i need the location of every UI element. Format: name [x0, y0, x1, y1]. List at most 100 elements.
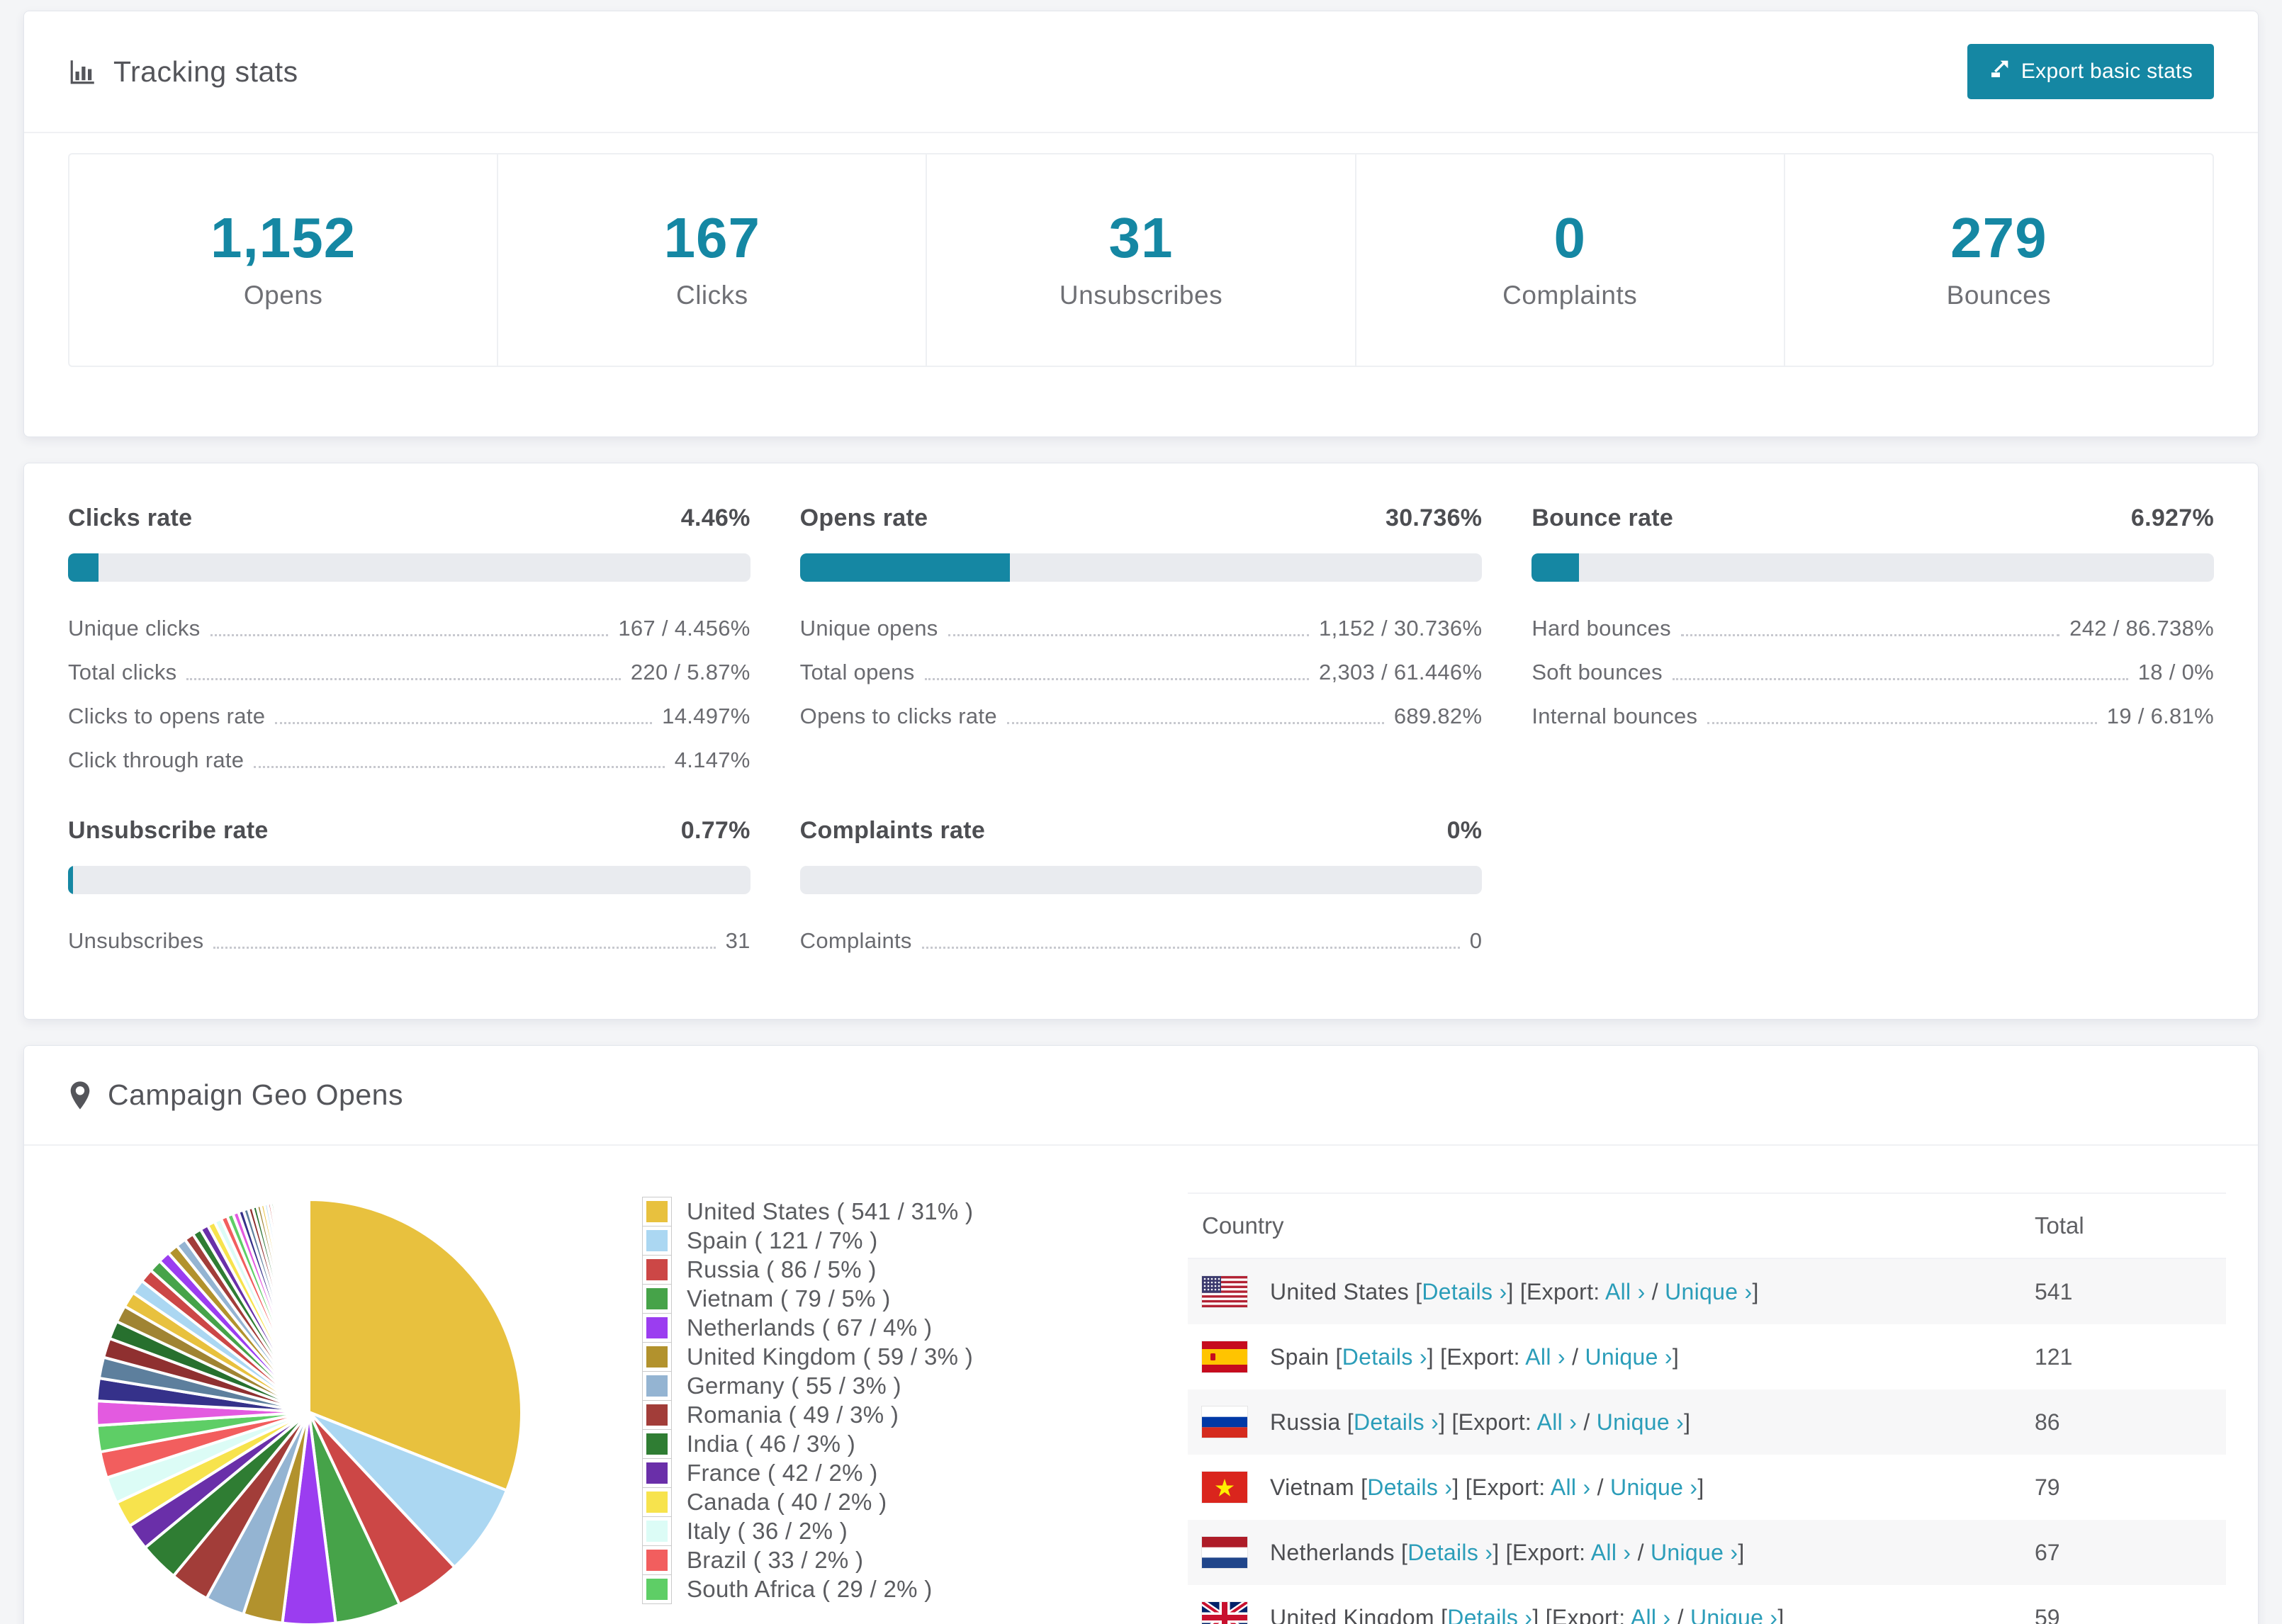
progress-bar	[1531, 553, 2214, 582]
progress-bar	[68, 866, 751, 894]
legend-swatch	[642, 1312, 672, 1343]
country-cell: Spain [Details ›] [Export: All › / Uniqu…	[1270, 1343, 1680, 1370]
export-unique-link[interactable]: Unique ›	[1610, 1474, 1697, 1500]
dotted-leader	[1006, 722, 1384, 724]
flag-ru-icon	[1202, 1406, 1247, 1438]
dotted-leader	[254, 766, 665, 768]
export-all-link[interactable]: All ›	[1525, 1344, 1566, 1370]
geo-table-header: Country Total	[1188, 1192, 2226, 1259]
rate-detail-row: Internal bounces 19 / 6.81%	[1531, 704, 2214, 728]
progress-bar	[799, 866, 1483, 894]
geo-opens-header: Campaign Geo Opens	[24, 1046, 2258, 1146]
total-cell: 79	[2035, 1474, 2060, 1500]
dotted-leader	[1672, 678, 2128, 680]
export-unique-link[interactable]: Unique ›	[1597, 1409, 1684, 1435]
legend-swatch	[642, 1399, 672, 1430]
legend-swatch	[642, 1545, 672, 1575]
stat-value: 31	[1108, 206, 1174, 269]
legend-swatch	[642, 1254, 672, 1285]
export-unique-link[interactable]: Unique ›	[1585, 1344, 1672, 1370]
legend-swatch	[642, 1225, 672, 1256]
bar-chart-icon	[68, 57, 98, 86]
rate-block-opens-rate: Opens rate 30.736% Unique opens 1,152 / …	[799, 504, 1483, 773]
dotted-leader	[213, 947, 716, 949]
stat-unsubscribes: 31 Unsubscribes	[927, 154, 1356, 366]
dotted-leader	[924, 678, 1310, 680]
legend-swatch	[642, 1428, 672, 1459]
legend-swatch	[642, 1574, 672, 1604]
details-link[interactable]: Details ›	[1407, 1540, 1493, 1565]
details-link[interactable]: Details ›	[1422, 1279, 1507, 1304]
export-unique-link[interactable]: Unique ›	[1651, 1540, 1738, 1565]
flag-vn-icon	[1202, 1472, 1247, 1503]
progress-fill	[68, 866, 74, 894]
geo-table-row-us: United States [Details ›] [Export: All ›…	[1188, 1259, 2226, 1324]
export-all-link[interactable]: All ›	[1631, 1605, 1671, 1624]
stat-label: Opens	[243, 281, 323, 310]
rate-value: 0.77%	[680, 817, 751, 844]
progress-bar	[68, 553, 751, 582]
details-link[interactable]: Details ›	[1354, 1409, 1439, 1435]
legend-item: Italy ( 36 / 2% )	[642, 1516, 1074, 1546]
legend-swatch	[642, 1341, 672, 1372]
stat-bounces: 279 Bounces	[1785, 154, 2213, 366]
country-cell: Netherlands [Details ›] [Export: All › /…	[1270, 1539, 1745, 1565]
details-link[interactable]: Details ›	[1447, 1605, 1532, 1624]
rate-detail-row: Unique clicks 167 / 4.456%	[68, 616, 751, 641]
legend-item: Russia ( 86 / 5% )	[642, 1254, 1074, 1285]
legend-item: France ( 42 / 2% )	[642, 1457, 1074, 1488]
rate-value: 4.46%	[680, 504, 751, 531]
details-link[interactable]: Details ›	[1367, 1474, 1452, 1500]
legend-swatch	[642, 1487, 672, 1517]
legend-item: Romania ( 49 / 3% )	[642, 1399, 1074, 1430]
rate-block-bounce-rate: Bounce rate 6.927% Hard bounces 242 / 86…	[1531, 504, 2214, 773]
total-cell: 121	[2035, 1343, 2073, 1370]
progress-bar	[799, 553, 1483, 582]
rate-title: Opens rate	[799, 504, 928, 531]
geo-table-rows: United States [Details ›] [Export: All ›…	[1188, 1259, 2226, 1624]
export-all-link[interactable]: All ›	[1605, 1279, 1646, 1304]
rate-detail-row: Unique opens 1,152 / 30.736%	[799, 616, 1483, 641]
rate-title: Clicks rate	[68, 504, 193, 531]
geo-table-row-vn: Vietnam [Details ›] [Export: All › / Uni…	[1188, 1455, 2226, 1520]
geo-opens-title: Campaign Geo Opens	[68, 1078, 403, 1112]
rate-value: 30.736%	[1386, 504, 1483, 531]
dotted-leader	[1707, 722, 2097, 724]
country-cell: Vietnam [Details ›] [Export: All › / Uni…	[1270, 1474, 1704, 1500]
rate-detail-row: Unsubscribes 31	[68, 928, 751, 953]
tracking-stats-header: Tracking stats Export basic stats	[24, 11, 2258, 133]
export-unique-link[interactable]: Unique ›	[1690, 1605, 1777, 1624]
rate-block-clicks-rate: Clicks rate 4.46% Unique clicks 167 / 4.…	[68, 504, 751, 773]
export-basic-stats-button[interactable]: Export basic stats	[1967, 44, 2214, 99]
tracking-stats-title: Tracking stats	[68, 55, 298, 89]
rates-card: Clicks rate 4.46% Unique clicks 167 / 4.…	[23, 463, 2259, 1020]
rates-grid: Clicks rate 4.46% Unique clicks 167 / 4.…	[24, 463, 2258, 1019]
legend-swatch	[642, 1457, 672, 1488]
export-unique-link[interactable]: Unique ›	[1665, 1279, 1752, 1304]
flag-es-icon	[1202, 1341, 1247, 1372]
export-all-link[interactable]: All ›	[1591, 1540, 1631, 1565]
export-all-link[interactable]: All ›	[1551, 1474, 1591, 1500]
geo-table-row-es: Spain [Details ›] [Export: All › / Uniqu…	[1188, 1324, 2226, 1389]
country-cell: United Kingdom [Details ›] [Export: All …	[1270, 1605, 2035, 1624]
details-link[interactable]: Details ›	[1342, 1344, 1427, 1370]
rate-value: 6.927%	[2130, 504, 2214, 531]
rate-title: Complaints rate	[799, 817, 986, 844]
stat-value: 279	[1950, 206, 2047, 269]
legend-item: United States ( 541 / 31% )	[642, 1196, 1074, 1227]
dotted-leader	[948, 634, 1310, 636]
flag-nl-icon	[1202, 1537, 1247, 1568]
geo-pie-chart	[89, 1192, 549, 1624]
stat-value: 0	[1553, 206, 1586, 269]
legend-item: United Kingdom ( 59 / 3% )	[642, 1341, 1074, 1372]
export-all-link[interactable]: All ›	[1537, 1409, 1578, 1435]
rate-title: Bounce rate	[1531, 504, 1674, 531]
geo-opens-card: Campaign Geo Opens United States ( 541 /…	[23, 1045, 2259, 1624]
rate-detail-row: Soft bounces 18 / 0%	[1531, 660, 2214, 684]
legend-item: Canada ( 40 / 2% )	[642, 1487, 1074, 1517]
legend-swatch	[642, 1196, 672, 1227]
legend-swatch	[642, 1283, 672, 1314]
dotted-leader	[921, 947, 1460, 949]
stats-strip: 1,152 Opens 167 Clicks 31 Unsubscribes 0…	[24, 133, 2258, 436]
dotted-leader	[210, 634, 609, 636]
